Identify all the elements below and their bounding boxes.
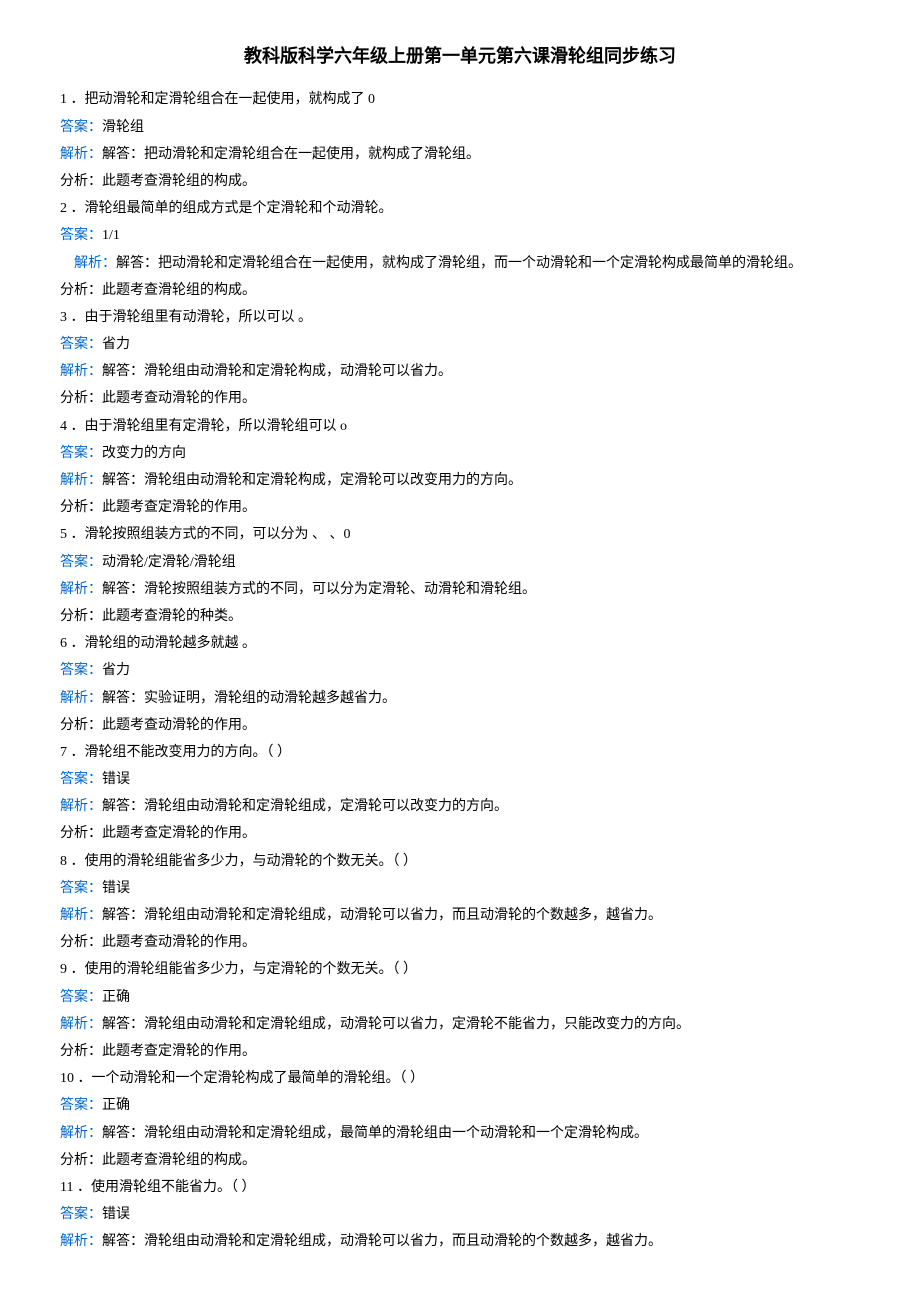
analysis-line: 解析：解答：滑轮组由动滑轮和定滑轮组成，动滑轮可以省力，而且动滑轮的个数越多，越…: [60, 1229, 860, 1254]
question-text: 11 ．使用滑轮组不能省力。（ ）: [60, 1175, 860, 1200]
answer-value: 改变力的方向: [102, 446, 186, 461]
answer-line: 答案：错误: [60, 1202, 860, 1227]
question-text: 3 ．由于滑轮组里有动滑轮，所以可以 。: [60, 305, 860, 330]
fx-text: 分析：此题考查动滑轮的作用。: [60, 930, 860, 955]
analysis-text: 解答：滑轮按照组装方式的不同，可以分为定滑轮、动滑轮和滑轮组。: [102, 582, 536, 597]
analysis-text: 解答：滑轮组由动滑轮和定滑轮组成，动滑轮可以省力，而且动滑轮的个数越多，越省力。: [102, 1234, 662, 1249]
answer-line: 答案：错误: [60, 767, 860, 792]
question-text: 10 ．一个动滑轮和一个定滑轮构成了最简单的滑轮组。（ ）: [60, 1066, 860, 1091]
analysis-text: 解答：滑轮组由动滑轮和定滑轮组成，动滑轮可以省力，定滑轮不能省力，只能改变力的方…: [102, 1017, 690, 1032]
question-text: 4 ．由于滑轮组里有定滑轮，所以滑轮组可以 o: [60, 414, 860, 439]
answer-value: 滑轮组: [102, 120, 144, 135]
fx-text: 分析：此题考查滑轮组的构成。: [60, 169, 860, 194]
fx-text: 分析：此题考查滑轮组的构成。: [60, 1148, 860, 1173]
analysis-label: 解析：: [60, 1234, 102, 1249]
analysis-line: 解析：解答：把动滑轮和定滑轮组合在一起使用，就构成了滑轮组，而一个动滑轮和一个定…: [60, 251, 860, 276]
answer-value: 错误: [102, 1207, 130, 1222]
answer-line: 答案：省力: [60, 332, 860, 357]
analysis-text: 解答：把动滑轮和定滑轮组合在一起使用，就构成了滑轮组，而一个动滑轮和一个定滑轮构…: [116, 256, 802, 271]
answer-label: 答案：: [60, 772, 102, 787]
fx-text: 分析：此题考查定滑轮的作用。: [60, 1039, 860, 1064]
answer-line: 答案：改变力的方向: [60, 441, 860, 466]
answer-value: 错误: [102, 881, 130, 896]
question-text: 8 ．使用的滑轮组能省多少力，与动滑轮的个数无关。（ ）: [60, 849, 860, 874]
analysis-label: 解析：: [60, 691, 102, 706]
analysis-text: 解答：滑轮组由动滑轮和定滑轮构成，定滑轮可以改变用力的方向。: [102, 473, 522, 488]
answer-label: 答案：: [60, 990, 102, 1005]
analysis-label: 解析：: [60, 147, 102, 162]
analysis-label: 解析：: [74, 256, 116, 271]
analysis-line: 解析：解答：滑轮组由动滑轮和定滑轮构成，动滑轮可以省力。: [60, 359, 860, 384]
answer-value: 省力: [102, 337, 130, 352]
analysis-label: 解析：: [60, 364, 102, 379]
question-text: 1 ．把动滑轮和定滑轮组合在一起使用，就构成了 0: [60, 87, 860, 112]
fx-text: 分析：此题考查定滑轮的作用。: [60, 495, 860, 520]
question-text: 2 ．滑轮组最简单的组成方式是个定滑轮和个动滑轮。: [60, 196, 860, 221]
analysis-line: 解析：解答：滑轮组由动滑轮和定滑轮构成，定滑轮可以改变用力的方向。: [60, 468, 860, 493]
analysis-label: 解析：: [60, 1126, 102, 1141]
analysis-line: 解析：解答：滑轮组由动滑轮和定滑轮组成，动滑轮可以省力，定滑轮不能省力，只能改变…: [60, 1012, 860, 1037]
fx-text: 分析：此题考查滑轮的种类。: [60, 604, 860, 629]
analysis-line: 解析：解答：滑轮组由动滑轮和定滑轮组成，动滑轮可以省力，而且动滑轮的个数越多，越…: [60, 903, 860, 928]
answer-value: 1/1: [102, 228, 120, 243]
analysis-line: 解析：解答：滑轮组由动滑轮和定滑轮组成，最简单的滑轮组由一个动滑轮和一个定滑轮构…: [60, 1121, 860, 1146]
answer-value: 动滑轮/定滑轮/滑轮组: [102, 555, 236, 570]
analysis-label: 解析：: [60, 908, 102, 923]
question-text: 7 ．滑轮组不能改变用力的方向。（ ）: [60, 740, 860, 765]
answer-line: 答案：1/1: [60, 223, 860, 248]
exercise-list: 1 ．把动滑轮和定滑轮组合在一起使用，就构成了 0答案：滑轮组解析：解答：把动滑…: [60, 87, 860, 1254]
answer-label: 答案：: [60, 337, 102, 352]
answer-line: 答案：错误: [60, 876, 860, 901]
answer-label: 答案：: [60, 555, 102, 570]
fx-text: 分析：此题考查滑轮组的构成。: [60, 278, 860, 303]
answer-value: 正确: [102, 990, 130, 1005]
analysis-text: 解答：滑轮组由动滑轮和定滑轮组成，定滑轮可以改变力的方向。: [102, 799, 508, 814]
answer-label: 答案：: [60, 446, 102, 461]
answer-label: 答案：: [60, 1098, 102, 1113]
answer-line: 答案：动滑轮/定滑轮/滑轮组: [60, 550, 860, 575]
analysis-text: 解答：滑轮组由动滑轮和定滑轮构成，动滑轮可以省力。: [102, 364, 452, 379]
answer-line: 答案：省力: [60, 658, 860, 683]
answer-value: 省力: [102, 663, 130, 678]
analysis-line: 解析：解答：滑轮组由动滑轮和定滑轮组成，定滑轮可以改变力的方向。: [60, 794, 860, 819]
fx-text: 分析：此题考查动滑轮的作用。: [60, 386, 860, 411]
analysis-line: 解析：解答：把动滑轮和定滑轮组合在一起使用，就构成了滑轮组。: [60, 142, 860, 167]
analysis-label: 解析：: [60, 1017, 102, 1032]
answer-line: 答案：正确: [60, 1093, 860, 1118]
answer-value: 错误: [102, 772, 130, 787]
analysis-text: 解答：实验证明，滑轮组的动滑轮越多越省力。: [102, 691, 396, 706]
analysis-text: 解答：滑轮组由动滑轮和定滑轮组成，动滑轮可以省力，而且动滑轮的个数越多，越省力。: [102, 908, 662, 923]
answer-label: 答案：: [60, 120, 102, 135]
analysis-line: 解析：解答：滑轮按照组装方式的不同，可以分为定滑轮、动滑轮和滑轮组。: [60, 577, 860, 602]
answer-value: 正确: [102, 1098, 130, 1113]
page-title: 教科版科学六年级上册第一单元第六课滑轮组同步练习: [60, 40, 860, 72]
answer-line: 答案：滑轮组: [60, 115, 860, 140]
answer-label: 答案：: [60, 881, 102, 896]
analysis-label: 解析：: [60, 582, 102, 597]
analysis-text: 解答：把动滑轮和定滑轮组合在一起使用，就构成了滑轮组。: [102, 147, 480, 162]
answer-label: 答案：: [60, 663, 102, 678]
answer-line: 答案：正确: [60, 985, 860, 1010]
question-text: 5 ．滑轮按照组装方式的不同，可以分为 、 、0: [60, 522, 860, 547]
fx-text: 分析：此题考查定滑轮的作用。: [60, 821, 860, 846]
analysis-label: 解析：: [60, 799, 102, 814]
answer-label: 答案：: [60, 228, 102, 243]
fx-text: 分析：此题考查动滑轮的作用。: [60, 713, 860, 738]
answer-label: 答案：: [60, 1207, 102, 1222]
question-text: 9 ．使用的滑轮组能省多少力，与定滑轮的个数无关。（ ）: [60, 957, 860, 982]
analysis-text: 解答：滑轮组由动滑轮和定滑轮组成，最简单的滑轮组由一个动滑轮和一个定滑轮构成。: [102, 1126, 648, 1141]
analysis-label: 解析：: [60, 473, 102, 488]
question-text: 6 ．滑轮组的动滑轮越多就越 。: [60, 631, 860, 656]
analysis-line: 解析：解答：实验证明，滑轮组的动滑轮越多越省力。: [60, 686, 860, 711]
